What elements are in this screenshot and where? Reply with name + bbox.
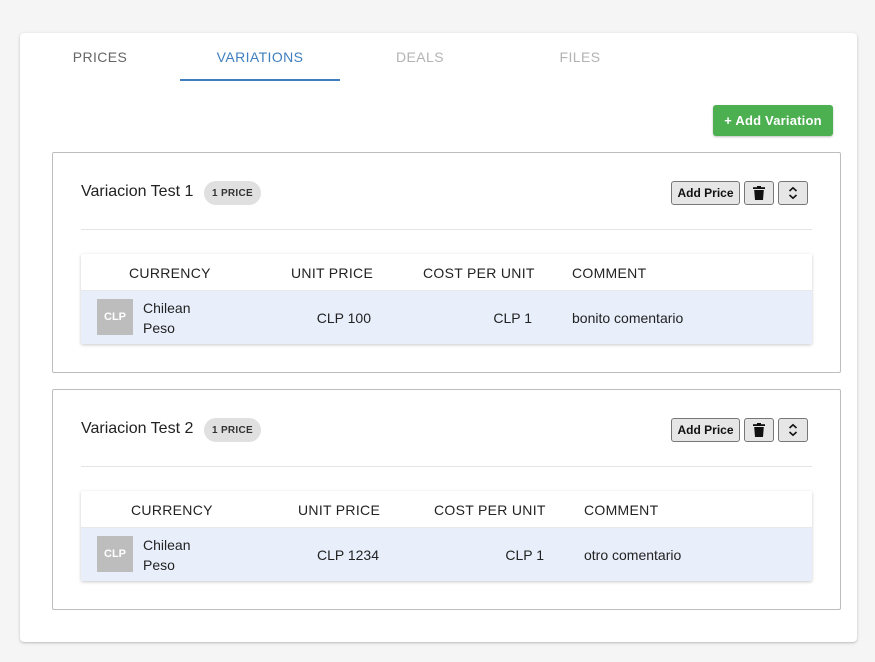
variation-title: Variacion Test 1 <box>81 183 194 200</box>
trash-icon <box>753 186 765 200</box>
price-count-badge: 1 PRICE <box>204 418 262 442</box>
currency-avatar: CLP <box>97 536 133 572</box>
tab-deals[interactable]: DEALS <box>340 33 500 81</box>
table-header: CURRENCY UNIT PRICE COST PER UNIT COMMEN… <box>81 254 812 291</box>
tab-bar: PRICES VARIATIONS DEALS FILES <box>20 33 660 81</box>
variation-panel: Variacion Test 1 1 PRICE Add Price CURRE… <box>52 152 841 373</box>
unit-price-cell: CLP 1234 <box>316 546 379 563</box>
collapse-icon <box>788 423 798 437</box>
unit-price-cell: CLP 100 <box>316 309 371 326</box>
table-row[interactable]: CLP Chilean Peso CLP 1234 CLP 1 otro com… <box>81 528 812 581</box>
column-header-currency: CURRENCY <box>131 501 213 518</box>
product-card: PRICES VARIATIONS DEALS FILES + Add Vari… <box>20 33 857 642</box>
column-header-unit-price: UNIT PRICE <box>291 264 374 281</box>
collapse-variation-button[interactable] <box>778 181 808 205</box>
variation-title: Variacion Test 2 <box>81 420 194 437</box>
trash-icon <box>753 423 765 437</box>
currency-name: Chilean Peso <box>143 300 191 336</box>
table-header: CURRENCY UNIT PRICE COST PER UNIT COMMEN… <box>81 491 812 528</box>
price-count-badge: 1 PRICE <box>204 181 262 205</box>
tab-files[interactable]: FILES <box>500 33 660 81</box>
add-price-button[interactable]: Add Price <box>671 181 740 205</box>
column-header-currency: CURRENCY <box>129 264 211 281</box>
column-header-unit-price: UNIT PRICE <box>298 501 381 518</box>
column-header-comment: COMMENT <box>584 501 659 518</box>
prices-table: CURRENCY UNIT PRICE COST PER UNIT COMMEN… <box>81 491 812 581</box>
column-header-cost-per-unit: COST PER UNIT <box>423 264 535 281</box>
delete-variation-button[interactable] <box>744 181 774 205</box>
currency-avatar: CLP <box>97 299 133 335</box>
tab-prices[interactable]: PRICES <box>20 33 180 81</box>
collapse-variation-button[interactable] <box>778 418 808 442</box>
active-tab-indicator <box>180 79 340 81</box>
column-header-cost-per-unit: COST PER UNIT <box>434 501 546 518</box>
table-row[interactable]: CLP Chilean Peso CLP 100 CLP 1 bonito co… <box>81 291 812 344</box>
collapse-icon <box>788 186 798 200</box>
prices-table: CURRENCY UNIT PRICE COST PER UNIT COMMEN… <box>81 254 812 344</box>
variation-panel: Variacion Test 2 1 PRICE Add Price CURRE… <box>52 389 841 610</box>
cost-per-unit-cell: CLP 1 <box>493 309 532 326</box>
add-variation-button[interactable]: + Add Variation <box>713 105 833 136</box>
add-price-button[interactable]: Add Price <box>671 418 740 442</box>
tab-variations[interactable]: VARIATIONS <box>180 33 340 81</box>
cost-per-unit-cell: CLP 1 <box>505 546 544 563</box>
divider <box>81 466 812 467</box>
column-header-comment: COMMENT <box>572 264 647 281</box>
divider <box>81 229 812 230</box>
currency-name: Chilean Peso <box>143 537 191 573</box>
comment-cell: otro comentario <box>584 546 682 563</box>
delete-variation-button[interactable] <box>744 418 774 442</box>
comment-cell: bonito comentario <box>572 309 684 326</box>
